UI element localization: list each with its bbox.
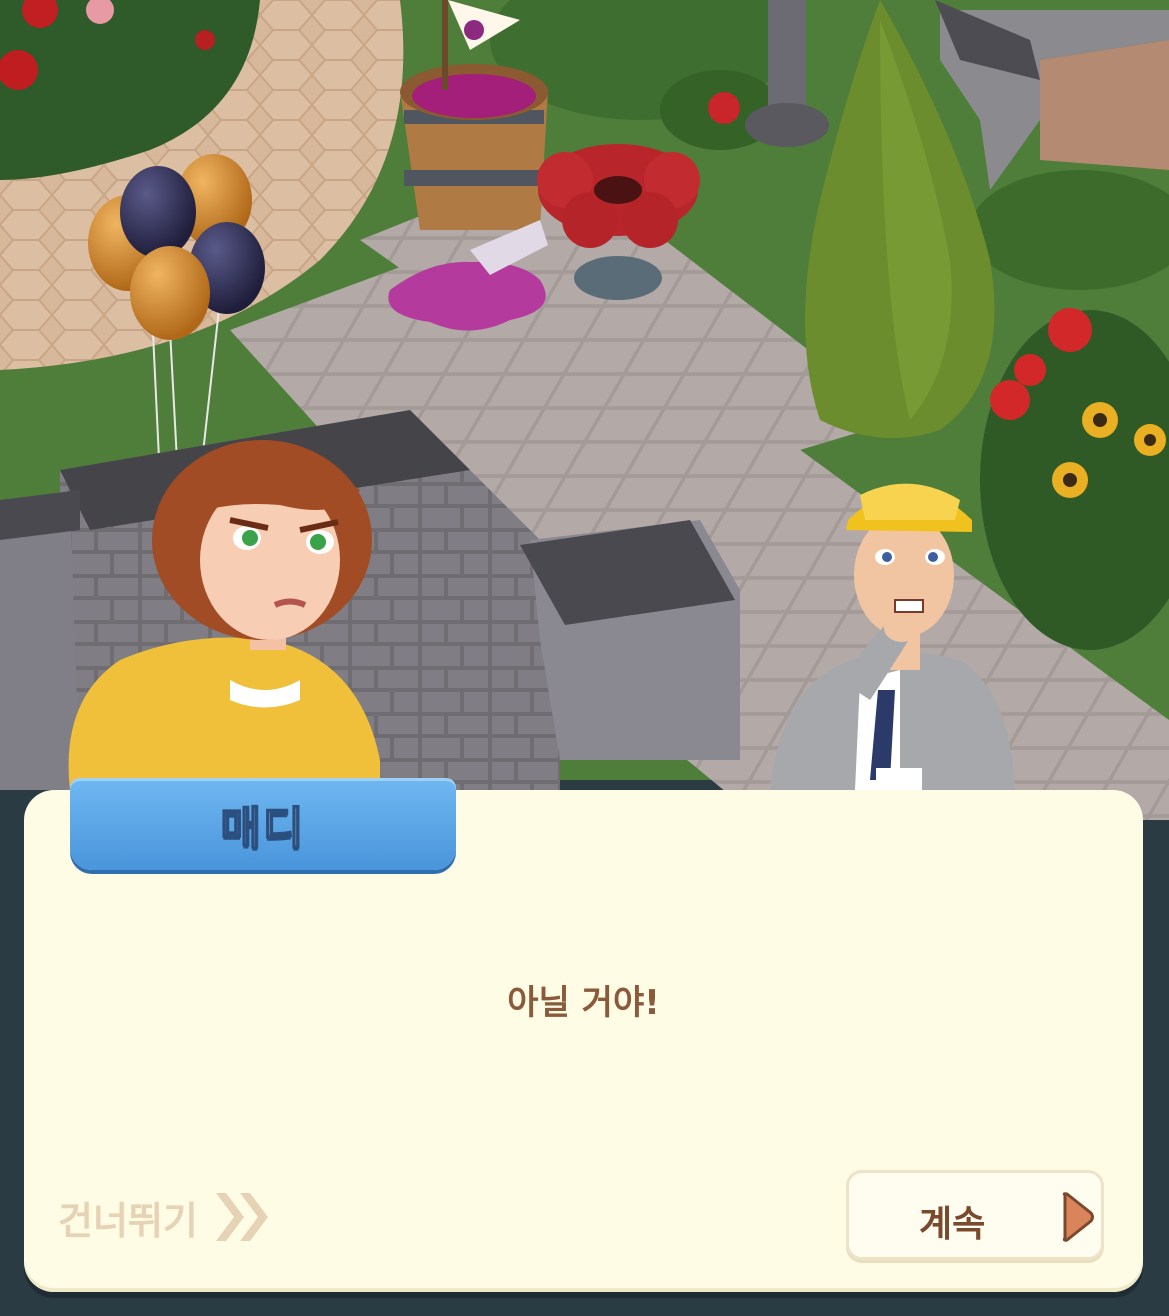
speaker-name: 매디 (220, 802, 306, 855)
double-chevron-right-icon (215, 1193, 268, 1241)
continue-label: 계속 (919, 1204, 986, 1245)
skip-button[interactable]: 건너뛰기 (58, 1185, 276, 1249)
speaker-name-tab: 매디 (70, 778, 456, 870)
play-arrow-icon (1062, 1192, 1094, 1242)
continue-button[interactable]: 계속 (846, 1170, 1104, 1260)
dialog-message: 아닐 거야! (507, 983, 660, 1023)
skip-label: 건너뛰기 (58, 1198, 198, 1243)
